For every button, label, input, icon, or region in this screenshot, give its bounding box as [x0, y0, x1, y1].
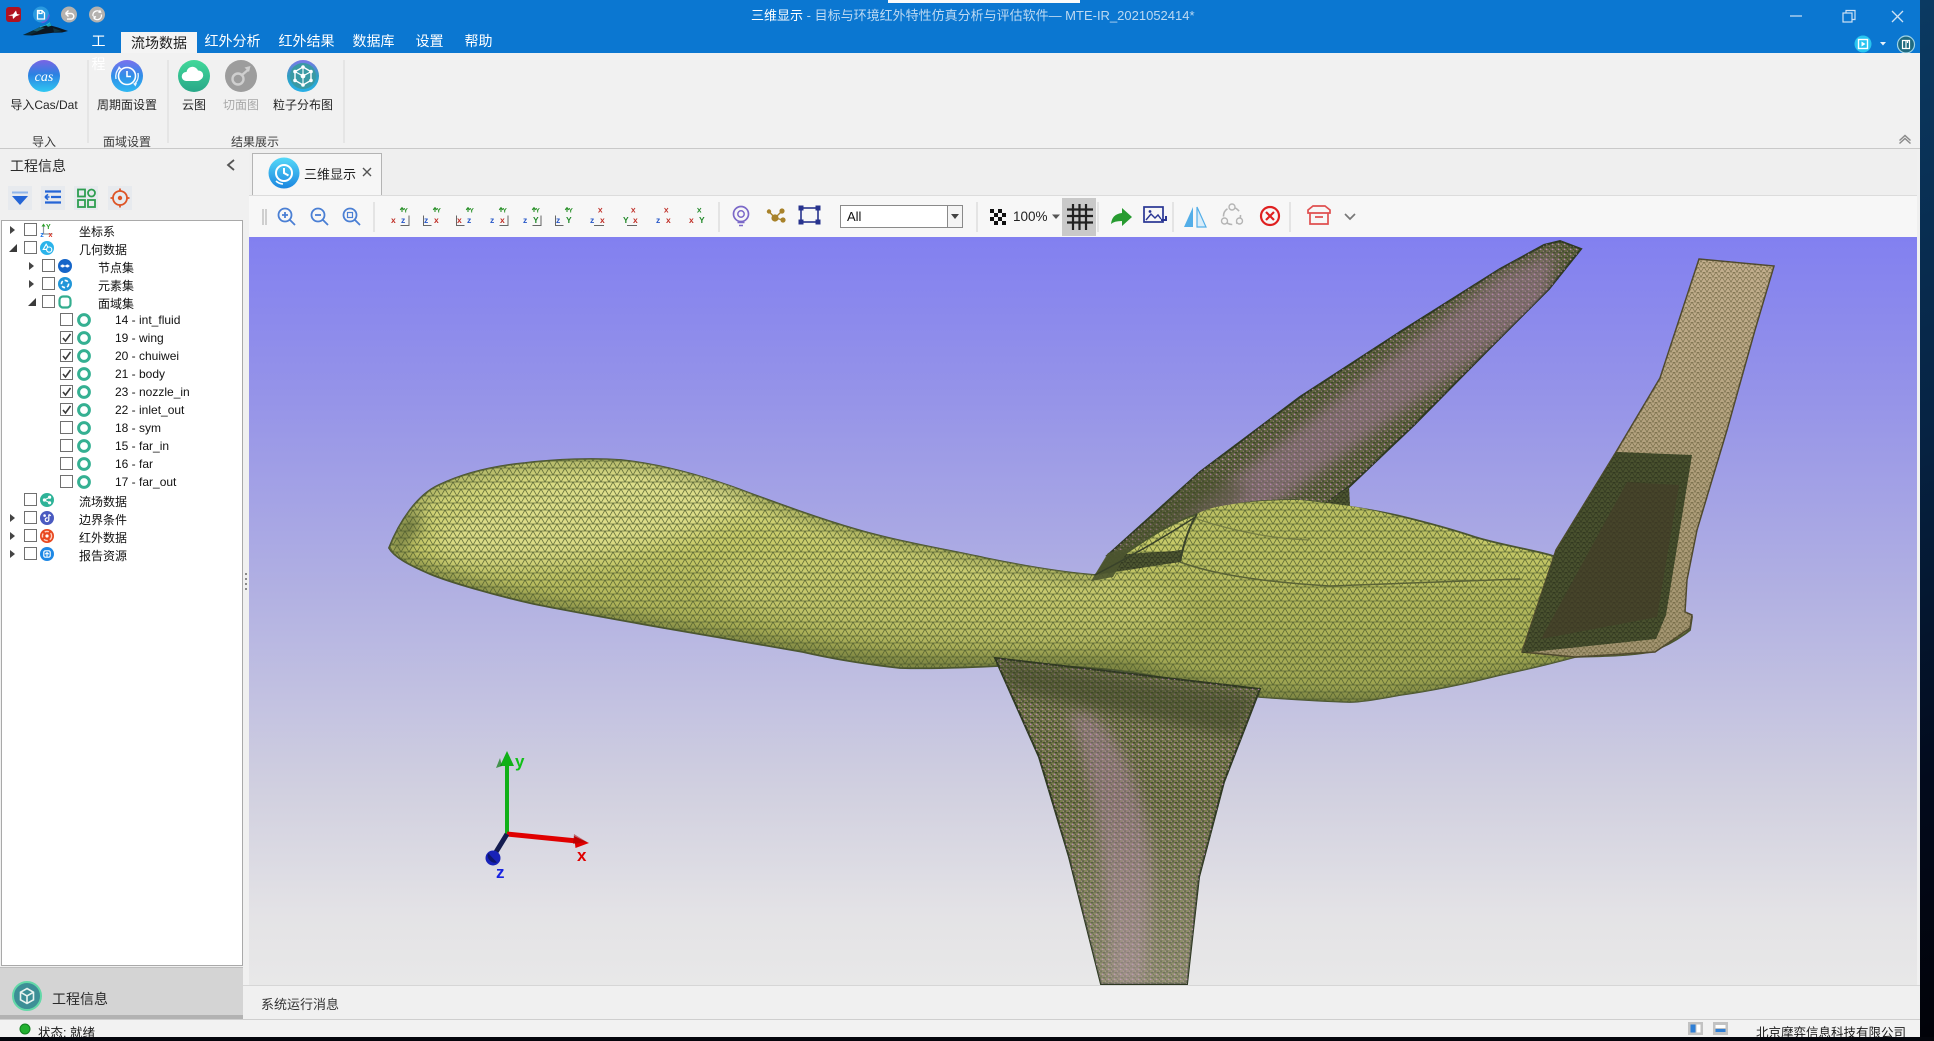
- svg-text:z: z: [401, 215, 405, 225]
- svg-text:z: z: [523, 215, 527, 225]
- svg-text:x: x: [457, 215, 462, 225]
- svg-text:100%: 100%: [1013, 209, 1048, 224]
- svg-text:Y: Y: [533, 215, 539, 225]
- svg-text:Y: Y: [569, 208, 574, 215]
- svg-text:Y: Y: [623, 215, 629, 225]
- svg-text:x: x: [391, 215, 396, 225]
- svg-text:z: z: [590, 215, 594, 225]
- svg-text:Y: Y: [536, 208, 541, 215]
- svg-text:x: x: [500, 215, 505, 225]
- svg-text:cas: cas: [35, 70, 54, 85]
- svg-text:Y: Y: [699, 215, 705, 225]
- svg-text:x: x: [666, 215, 671, 225]
- svg-text:Y: Y: [566, 215, 572, 225]
- svg-text:x: x: [633, 215, 638, 225]
- svg-text:x: x: [689, 215, 694, 225]
- svg-text:z: z: [496, 863, 505, 882]
- svg-text:x: x: [577, 846, 587, 865]
- svg-text:z: z: [467, 215, 471, 225]
- svg-text:z: z: [424, 215, 428, 225]
- svg-text:Y: Y: [437, 208, 442, 215]
- svg-text:x: x: [600, 215, 605, 225]
- svg-text:y: y: [515, 752, 525, 771]
- svg-text:x: x: [434, 215, 439, 225]
- svg-text:Y: Y: [503, 208, 508, 215]
- svg-text:Y: Y: [470, 208, 475, 215]
- svg-text:z: z: [490, 215, 494, 225]
- svg-text:z: z: [656, 215, 660, 225]
- svg-text:Y: Y: [404, 208, 409, 215]
- svg-text:All: All: [847, 209, 862, 224]
- svg-text:z: z: [556, 215, 560, 225]
